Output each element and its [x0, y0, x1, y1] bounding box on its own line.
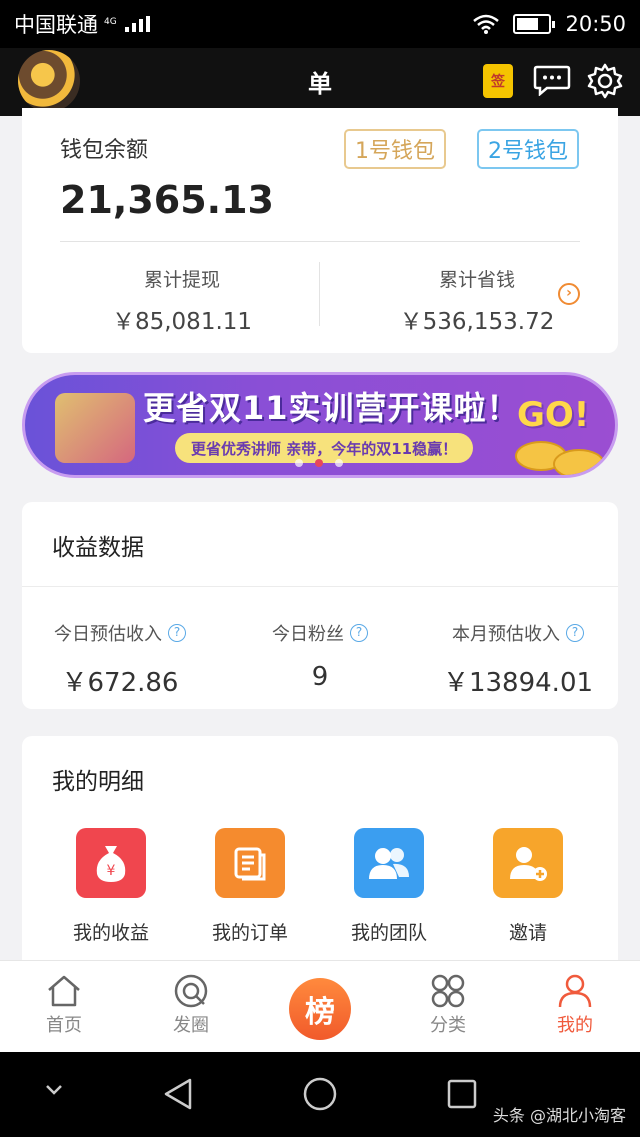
divider [22, 586, 618, 587]
saved-stat[interactable]: 累计省钱 ￥536,153.72 [382, 265, 572, 336]
moments-icon [174, 974, 208, 1008]
network-type: 4G [104, 17, 117, 27]
battery-icon [513, 14, 556, 34]
today-fans-label: 今日粉丝 [272, 624, 344, 645]
withdrawn-label: 累计提现 [143, 269, 220, 291]
month-income-label: 本月预估收入 [452, 624, 560, 645]
nav-mine[interactable]: 我的 [525, 973, 625, 1037]
wallet-card: 钱包余额 21,365.13 1号钱包 2号钱包 累计提现 ￥85,081.11… [22, 108, 618, 353]
status-bar: 中国联通 4G 20:50 [0, 0, 640, 48]
nav-mine-label: 我的 [557, 1015, 593, 1036]
my-team-button[interactable]: 我的团队 [334, 828, 444, 945]
wallet-1-button[interactable]: 1号钱包 [344, 129, 446, 169]
my-earnings-button[interactable]: ¥ 我的收益 [56, 828, 166, 945]
today-income-stat: 今日预估收入? ￥672.86 [22, 620, 218, 699]
system-nav-bar: 头条 @湖北小淘客 [0, 1052, 640, 1137]
home-icon [48, 975, 80, 1007]
saved-value: ￥536,153.72 [399, 309, 555, 335]
banner-headline: 更省双11实训营开课啦！ [143, 389, 520, 427]
today-income-label: 今日预估收入 [54, 624, 162, 645]
invite-button[interactable]: 邀请 [473, 828, 583, 945]
banner-go: GO! [517, 395, 590, 435]
signin-button[interactable]: 签 [483, 64, 513, 98]
tool-label: 我的团队 [350, 922, 427, 944]
signal-icon [125, 16, 151, 32]
nav-moments[interactable]: 发圈 [141, 973, 241, 1037]
nav-home[interactable]: 首页 [14, 973, 114, 1037]
category-icon [431, 974, 465, 1008]
month-income-value: ￥13894.01 [442, 668, 594, 698]
back-icon[interactable] [160, 1076, 196, 1112]
tool-label: 我的订单 [211, 922, 288, 944]
my-orders-button[interactable]: 我的订单 [195, 828, 305, 945]
saved-label: 累计省钱 [438, 269, 515, 291]
carousel-indicator [295, 459, 343, 467]
promo-banner[interactable]: 更省双11实训营开课啦！ 更省优秀讲师 亲带，今年的双11稳赢！ GO! [22, 372, 618, 478]
user-icon [558, 974, 592, 1008]
details-card: 我的明细 ¥ 我的收益 我的订单 我的团队 邀请 [22, 736, 618, 976]
help-icon[interactable]: ? [168, 624, 186, 642]
today-fans-value: 9 [311, 662, 329, 692]
svg-text:¥: ¥ [107, 863, 116, 879]
chevron-right-icon[interactable]: › [558, 283, 580, 305]
invite-icon [493, 828, 563, 898]
month-income-stat: 本月预估收入? ￥13894.01 [420, 620, 616, 699]
wallet-balance-label: 钱包余额 [60, 138, 149, 163]
nav-home-label: 首页 [46, 1015, 82, 1036]
wifi-icon [473, 14, 500, 34]
help-icon[interactable]: ? [350, 624, 368, 642]
earnings-card: 收益数据 今日预估收入? ￥672.86 今日粉丝? 9 本月预估收入? ￥13… [22, 502, 618, 709]
team-icon [354, 828, 424, 898]
carrier-label: 中国联通 4G [14, 9, 473, 39]
earnings-title: 收益数据 [52, 535, 144, 561]
order-icon [215, 828, 285, 898]
clock: 20:50 [565, 12, 626, 36]
nav-category-label: 分类 [430, 1015, 466, 1036]
nav-moments-label: 发圈 [173, 1015, 209, 1036]
gear-icon[interactable] [586, 62, 624, 100]
chevron-down-icon[interactable] [44, 1082, 64, 1096]
divider [60, 241, 580, 242]
message-icon[interactable] [533, 64, 571, 96]
withdrawn-stat[interactable]: 累计提现 ￥85,081.11 [82, 265, 282, 336]
withdrawn-value: ￥85,081.11 [111, 309, 253, 335]
watermark: 头条 @湖北小淘客 [492, 1106, 626, 1125]
nav-category[interactable]: 分类 [398, 973, 498, 1037]
details-title: 我的明细 [52, 769, 144, 795]
help-icon[interactable]: ? [566, 624, 584, 642]
tool-label: 邀请 [508, 922, 547, 944]
divider [319, 262, 320, 326]
recents-icon[interactable] [446, 1078, 478, 1110]
home-circle-icon[interactable] [302, 1076, 338, 1112]
wallet-balance-value: 21,365.13 [60, 178, 274, 222]
wallet-2-button[interactable]: 2号钱包 [477, 129, 579, 169]
tool-label: 我的收益 [72, 922, 149, 944]
today-income-value: ￥672.86 [61, 668, 179, 698]
app-header: 单 签 [0, 48, 640, 116]
megaphone-illustration [55, 393, 135, 463]
coin-illustration [553, 449, 605, 475]
money-bag-icon: ¥ [76, 828, 146, 898]
ranking-button[interactable]: 榜 [289, 978, 351, 1040]
today-fans-stat: 今日粉丝? 9 [222, 620, 418, 692]
